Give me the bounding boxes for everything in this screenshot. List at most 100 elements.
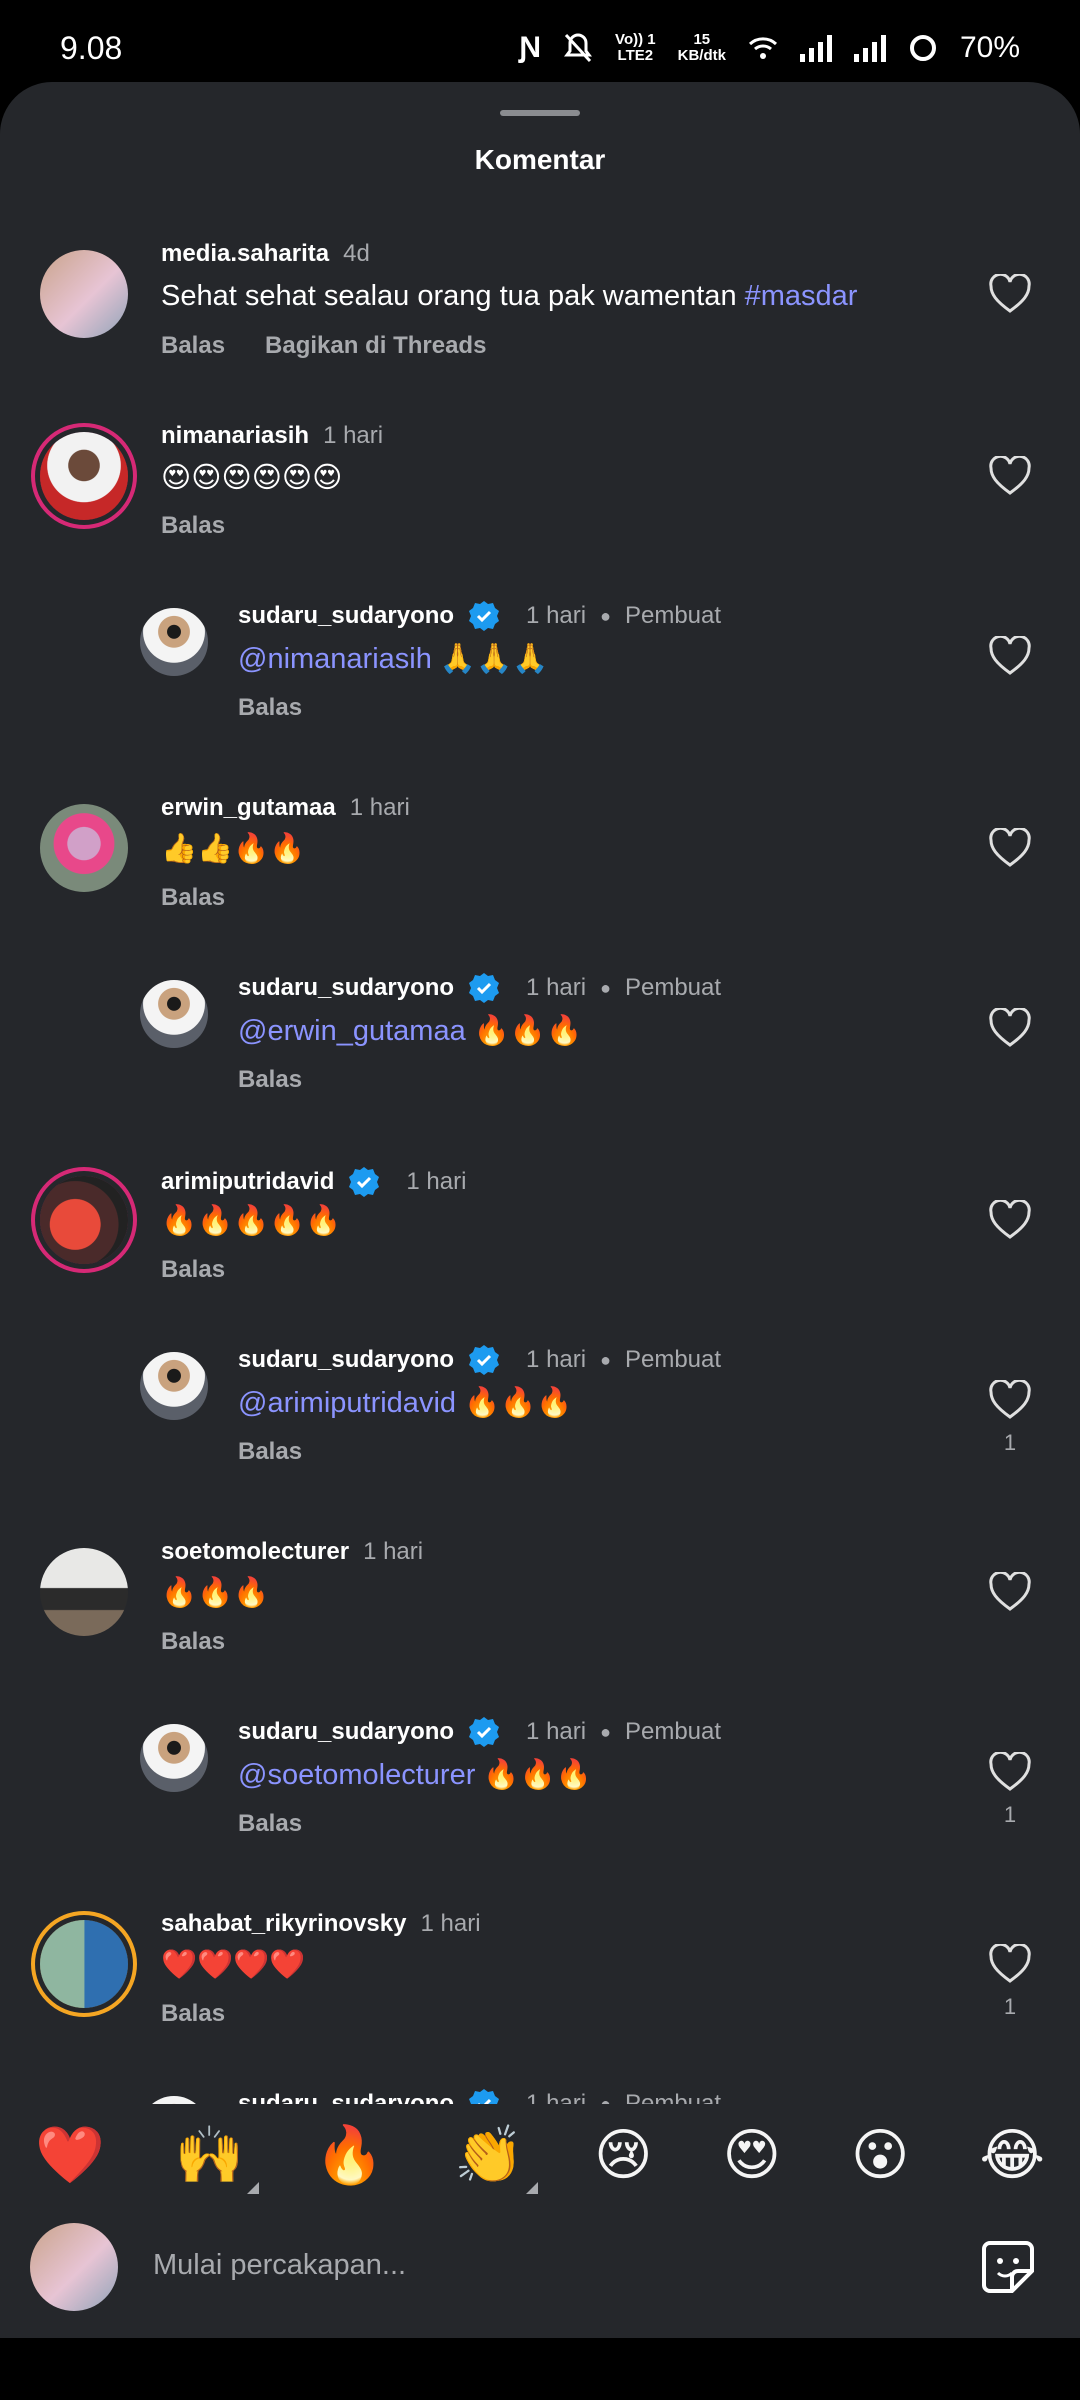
avatar[interactable] xyxy=(40,432,128,520)
heart-icon[interactable] xyxy=(988,1752,1032,1792)
emoji-clapping[interactable]: 👏 xyxy=(454,2122,538,2194)
comment-text: 🔥🔥🔥🔥🔥 xyxy=(161,1205,342,1237)
comment-actions: Balas xyxy=(238,1438,302,1466)
creator-label: Pembuat xyxy=(624,602,722,629)
username[interactable]: nimanariasih xyxy=(161,422,309,450)
emoji-raising-hands[interactable]: 🙌 xyxy=(175,2122,259,2194)
verified-badge-icon xyxy=(469,1345,500,1375)
signal-icon-1 xyxy=(799,34,832,62)
comment-actions: Balas xyxy=(161,2000,225,2028)
emoji-heart-eyes[interactable]: 😍 xyxy=(723,2122,781,2188)
reply-button[interactable]: Balas xyxy=(238,1810,302,1838)
mention-link[interactable]: @arimiputridavid xyxy=(238,1387,456,1419)
comment-text: @nimanariasih 🙏🙏🙏 xyxy=(238,643,549,675)
drag-handle[interactable] xyxy=(500,110,580,116)
reply-button[interactable]: Balas xyxy=(161,1256,225,1284)
comment-meta: media.saharita 4d xyxy=(161,240,370,268)
reply-button[interactable]: Balas xyxy=(161,512,225,540)
quick-reaction-bar: ❤️ 🙌 🔥 👏 😢 😍 😮 😂 xyxy=(0,2095,1080,2215)
avatar[interactable] xyxy=(40,804,128,892)
reply-button[interactable]: Balas xyxy=(161,2000,225,2028)
avatar[interactable] xyxy=(40,1548,128,1636)
reply-button[interactable]: Balas xyxy=(161,884,225,912)
verified-badge-icon xyxy=(469,1717,500,1747)
mention-link[interactable]: @erwin_gutamaa xyxy=(238,1015,466,1047)
comment-meta: soetomolecturer 1 hari xyxy=(161,1538,423,1566)
creator-label: Pembuat xyxy=(624,1346,722,1373)
comment-time: 1 hari xyxy=(526,1718,587,1745)
comment-actions: Balas xyxy=(161,512,225,540)
like-count: 1 xyxy=(1003,1802,1017,1827)
avatar[interactable] xyxy=(140,608,208,676)
heart-icon[interactable] xyxy=(988,456,1032,496)
reply-button[interactable]: Balas xyxy=(161,332,225,360)
mention-link[interactable]: @nimanariasih xyxy=(238,643,432,675)
username[interactable]: sudaru_sudaryono xyxy=(238,602,454,630)
comment-actions: Balas xyxy=(238,694,302,722)
avatar[interactable] xyxy=(140,1352,208,1420)
avatar[interactable] xyxy=(40,1920,128,2008)
network-speed: 15 KB/dtk xyxy=(677,31,726,64)
comment-list[interactable]: media.saharita 4d Sehat sehat sealau ora… xyxy=(0,232,1080,2104)
reply-button[interactable]: Balas xyxy=(238,694,302,722)
emoji-fire[interactable]: 🔥 xyxy=(315,2122,385,2188)
separator-dot: ● xyxy=(600,605,611,626)
avatar[interactable] xyxy=(40,250,128,338)
username[interactable]: sudaru_sudaryono xyxy=(238,1718,454,1746)
comment-meta: sudaru_sudaryono 1 hari ● Pembuat xyxy=(238,600,721,632)
separator-dot: ● xyxy=(600,1721,611,1742)
mention-link[interactable]: @soetomolecturer xyxy=(238,1759,475,1791)
heart-icon[interactable] xyxy=(988,1572,1032,1612)
avatar[interactable] xyxy=(140,1724,208,1792)
comment-time: 1 hari xyxy=(406,1168,467,1195)
comments-sheet: Komentar media.saharita 4d Sehat sehat s… xyxy=(0,82,1080,2400)
comment-actions: Balas xyxy=(161,1628,225,1656)
reply-button[interactable]: Balas xyxy=(238,1066,302,1094)
comment-meta: sudaru_sudaryono 1 hari ● Pembuat xyxy=(238,1716,721,1748)
heart-icon[interactable] xyxy=(988,1944,1032,1984)
reply-button[interactable]: Balas xyxy=(238,1438,302,1466)
comment-input[interactable]: Mulai percakapan... xyxy=(153,2249,406,2282)
username[interactable]: sudaru_sudaryono xyxy=(238,974,454,1002)
username[interactable]: sahabat_rikyrinovsky xyxy=(161,1910,406,1938)
own-avatar xyxy=(30,2223,118,2311)
heart-icon[interactable] xyxy=(988,274,1032,314)
heart-icon[interactable] xyxy=(988,1380,1032,1420)
heart-icon[interactable] xyxy=(988,636,1032,676)
like-count: 1 xyxy=(1003,1994,1017,2019)
mute-bell-icon xyxy=(564,33,593,63)
emoji-surprised[interactable]: 😮 xyxy=(851,2122,909,2188)
username[interactable]: soetomolecturer xyxy=(161,1538,349,1566)
avatar[interactable] xyxy=(140,980,208,1048)
emoji-laughing[interactable]: 😂 xyxy=(979,2122,1044,2188)
sticker-icon[interactable] xyxy=(978,2237,1038,2297)
comment-actions: Balas xyxy=(238,1810,302,1838)
comment-meta: sudaru_sudaryono 1 hari ● Pembuat xyxy=(238,1344,721,1376)
username[interactable]: arimiputridavid xyxy=(161,1168,334,1196)
system-nav-bar xyxy=(0,2338,1080,2400)
heart-icon[interactable] xyxy=(988,1008,1032,1048)
comment-time: 1 hari xyxy=(526,1346,587,1373)
emoji-crying[interactable]: 😢 xyxy=(594,2122,652,2188)
username[interactable]: sudaru_sudaryono xyxy=(238,1346,454,1374)
username[interactable]: media.saharita xyxy=(161,240,329,268)
comment-actions: Balas xyxy=(238,1066,302,1094)
verified-badge-icon xyxy=(469,973,500,1003)
network-type: Vo)) 1 LTE2 xyxy=(615,31,656,64)
avatar[interactable] xyxy=(40,1176,128,1264)
comment-time: 1 hari xyxy=(349,794,410,821)
battery-icon xyxy=(909,35,936,61)
heart-icon[interactable] xyxy=(988,828,1032,868)
username[interactable]: erwin_gutamaa xyxy=(161,794,336,822)
like-count: 1 xyxy=(1003,1430,1017,1455)
comment-time: 1 hari xyxy=(420,1910,481,1937)
comment-time: 1 hari xyxy=(323,422,384,449)
heart-icon[interactable] xyxy=(988,1200,1032,1240)
comment-meta: arimiputridavid 1 hari xyxy=(161,1166,466,1198)
signal-icon-2 xyxy=(853,34,886,62)
emoji-heart[interactable]: ❤️ xyxy=(35,2122,105,2188)
verified-badge-icon xyxy=(349,1167,380,1197)
reply-button[interactable]: Balas xyxy=(161,1628,225,1656)
hashtag-link[interactable]: #masdar xyxy=(745,280,858,312)
share-threads-button[interactable]: Bagikan di Threads xyxy=(265,332,486,360)
